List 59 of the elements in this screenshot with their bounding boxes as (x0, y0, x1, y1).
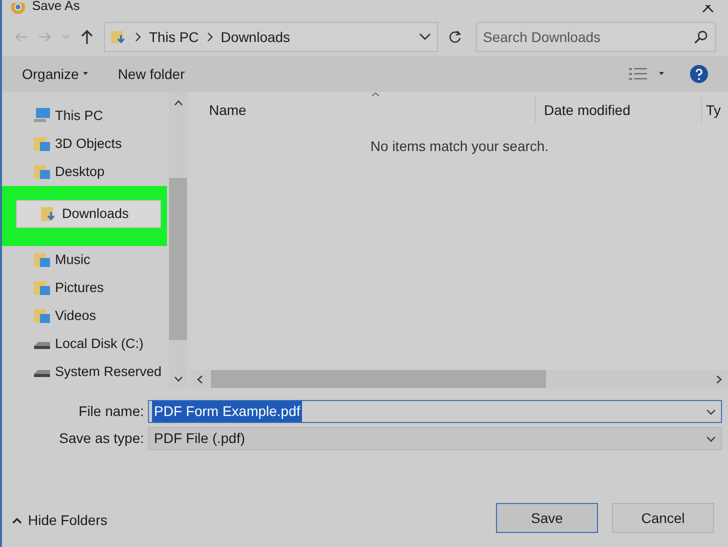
organize-menu[interactable]: Organize (22, 64, 88, 84)
up-icon[interactable] (80, 29, 94, 45)
dropdown-icon[interactable] (706, 436, 716, 442)
tree-item[interactable]: Desktop (10, 158, 169, 186)
column-header[interactable]: Name (191, 96, 535, 124)
dropdown-icon[interactable] (419, 33, 431, 41)
caret-icon (82, 72, 88, 76)
chevron-down-icon (174, 376, 182, 382)
close-icon[interactable] (702, 5, 714, 13)
view-list-icon[interactable] (629, 68, 647, 80)
vertical-scrollbar[interactable] (169, 92, 187, 388)
help-icon[interactable] (690, 65, 708, 83)
window-title: Save As (32, 0, 80, 16)
tree-item[interactable]: 3D Objects (10, 130, 169, 158)
browser-icon (10, 3, 26, 15)
address-bar[interactable]: This PC Downloads (104, 22, 438, 52)
tree-item[interactable]: Local Disk (C:) (10, 330, 169, 358)
tree-item[interactable]: Pictures (10, 274, 169, 302)
tree-item[interactable]: Music (10, 246, 169, 274)
empty-message: No items match your search. (370, 137, 549, 154)
chevron-left-icon (197, 374, 203, 384)
computer-icon (34, 108, 51, 124)
folder-icon (34, 164, 51, 180)
folder-icon (34, 252, 51, 268)
refresh-icon[interactable] (448, 30, 462, 44)
field-label: Save as type: (58, 429, 145, 448)
search-icon[interactable] (694, 30, 708, 44)
sort-caret-icon (371, 92, 380, 97)
file-name-field[interactable]: PDF Form Example.pdf (148, 400, 722, 423)
column-header[interactable]: Ty (701, 96, 728, 124)
tree-item[interactable]: System Reserved (10, 358, 169, 386)
path-segment[interactable]: This PC (149, 26, 199, 48)
dropdown-icon[interactable] (706, 408, 716, 414)
folder-icon (34, 308, 51, 324)
tree-item[interactable]: This PC (34, 102, 169, 130)
dialog-button[interactable]: Save (496, 503, 598, 533)
chevron-icon (206, 32, 213, 42)
download-folder-icon (111, 30, 127, 44)
horizontal-scrollbar[interactable] (191, 370, 728, 388)
hide-folders-button[interactable]: Hide Folders (12, 510, 108, 531)
scrollbar-thumb[interactable] (169, 178, 187, 340)
chevron-up-icon (12, 518, 22, 524)
path-segment[interactable]: Downloads (220, 26, 290, 48)
scrollbar-thumb[interactable] (211, 370, 546, 388)
column-header[interactable]: Date modified (535, 96, 701, 124)
caret-icon[interactable] (659, 72, 664, 76)
new-folder-button[interactable]: New folder (118, 64, 185, 84)
field-label: File name: (78, 402, 145, 421)
dialog-button[interactable]: Cancel (612, 503, 714, 533)
folder-icon (34, 280, 51, 296)
tree-item[interactable]: Videos (10, 302, 169, 330)
save-type-dropdown[interactable]: PDF File (.pdf) (148, 427, 722, 450)
chevron-icon (135, 32, 141, 42)
field-value: PDF Form Example.pdf (152, 401, 302, 422)
chevron-right-icon (716, 374, 722, 384)
chevron-up-icon (174, 100, 182, 106)
search-field[interactable]: Search Downloads (476, 22, 716, 52)
folder-icon (34, 136, 51, 152)
tree-item[interactable]: Downloads (16, 200, 161, 228)
